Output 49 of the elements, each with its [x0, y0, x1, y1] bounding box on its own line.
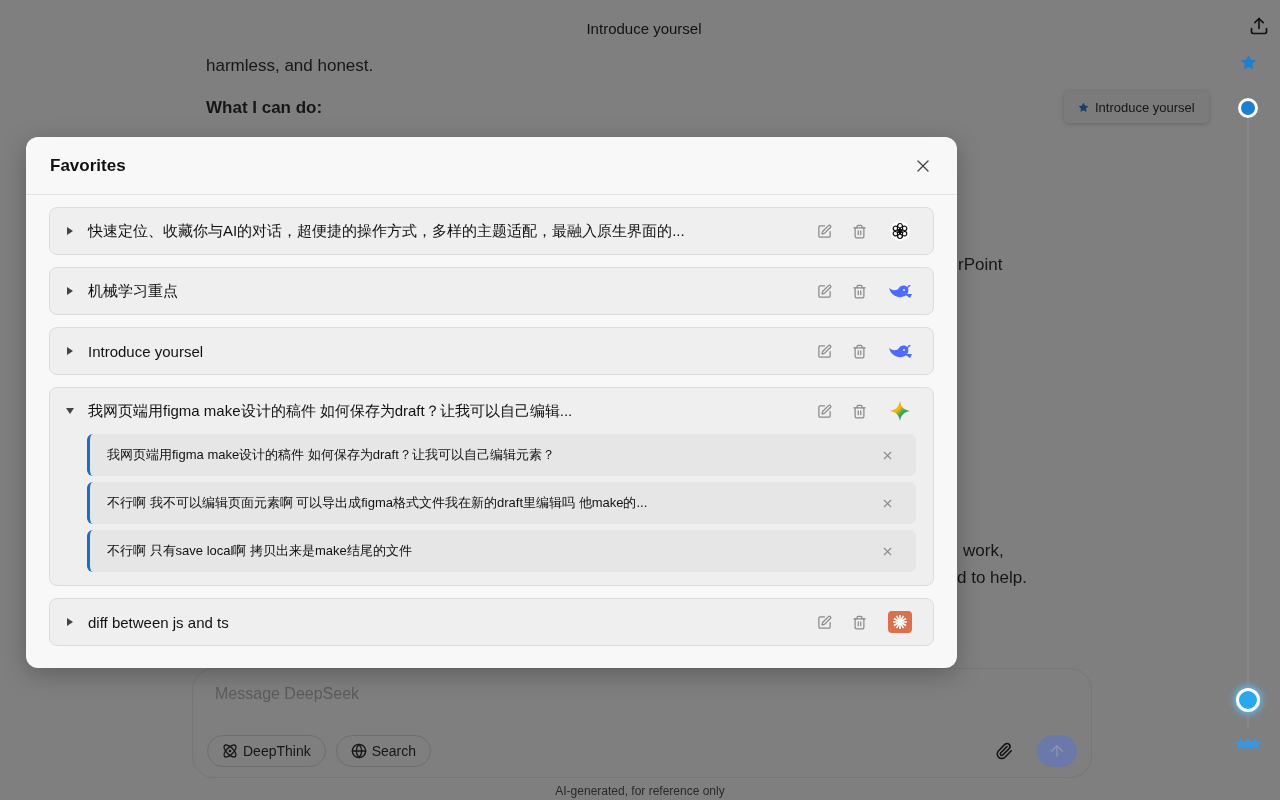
timeline-dot[interactable] — [1236, 688, 1260, 712]
edit-icon[interactable] — [817, 403, 832, 419]
favorite-title[interactable]: 快速定位、收藏你与AI的对话，超便捷的操作方式，多样的主题适配，最融入原生界面的... — [88, 221, 685, 241]
disclaimer-text: AI-generated, for reference only — [555, 784, 725, 798]
message-snippet: 不行啊 我不可以编辑页面元素啊 可以导出成figma格式文件我在新的draft里编辑吗 他make的... — [107, 494, 648, 512]
trash-icon[interactable] — [852, 614, 867, 630]
edit-icon[interactable] — [817, 223, 832, 239]
message-text: d to help. — [957, 568, 1027, 588]
starburst-icon — [888, 611, 912, 633]
favorite-title[interactable]: 机械学习重点 — [88, 281, 178, 301]
favorite-title[interactable]: Introduce yoursel — [88, 342, 204, 360]
paperclip-icon[interactable] — [995, 742, 1013, 760]
message-text: rPoint — [958, 255, 1003, 275]
caret-right-icon[interactable] — [66, 227, 74, 235]
star-icon[interactable] — [1240, 54, 1257, 71]
whale-icon — [887, 342, 913, 360]
edit-icon[interactable] — [817, 343, 832, 359]
caret-right-icon[interactable] — [66, 618, 74, 626]
section-heading: What I can do: — [206, 98, 324, 118]
favorite-message[interactable]: 不行啊 我不可以编辑页面元素啊 可以导出成figma格式文件我在新的draft里编辑吗 他make的... — [87, 482, 916, 524]
trash-icon[interactable] — [852, 283, 867, 299]
favorite-title[interactable]: diff between js and ts — [88, 613, 229, 631]
globe-icon — [350, 743, 367, 759]
tooltip-text: Introduce yoursel — [1095, 99, 1195, 115]
sparkle-icon — [890, 401, 910, 421]
chat-title: Introduce yoursel — [586, 19, 702, 37]
dialog-title: Favorites — [50, 155, 126, 176]
atom-icon — [222, 743, 238, 759]
timeline-dot[interactable] — [1238, 98, 1258, 118]
favorite-message[interactable]: 不行啊 只有save local啊 拷贝出来是make结尾的文件 — [87, 530, 916, 572]
star-icon — [1078, 101, 1089, 113]
caret-right-icon[interactable] — [66, 347, 74, 355]
caret-down-icon[interactable] — [66, 407, 74, 415]
stars-icon[interactable] — [1234, 737, 1262, 751]
whale-icon — [887, 282, 913, 300]
trash-icon[interactable] — [852, 403, 867, 419]
message-snippet: 不行啊 只有save local啊 拷贝出来是make结尾的文件 — [107, 542, 412, 560]
edit-icon[interactable] — [817, 283, 832, 299]
message-text: work, — [963, 541, 1004, 561]
trash-icon[interactable] — [852, 223, 867, 239]
favorite-message[interactable]: 我网页端用figma make设计的稿件 如何保存为draft？让我可以自己编辑元素？ — [87, 434, 916, 476]
trash-icon[interactable] — [852, 343, 867, 359]
favorite-title[interactable]: 我网页端用figma make设计的稿件 如何保存为draft？让我可以自己编辑... — [88, 401, 573, 421]
knot-icon — [890, 221, 910, 241]
message-text: harmless, and honest. — [206, 56, 375, 76]
message-snippet: 我网页端用figma make设计的稿件 如何保存为draft？让我可以自己编辑元素？ — [107, 446, 555, 464]
edit-icon[interactable] — [817, 614, 832, 630]
caret-right-icon[interactable] — [66, 287, 74, 295]
upload-icon[interactable] — [1249, 16, 1269, 36]
